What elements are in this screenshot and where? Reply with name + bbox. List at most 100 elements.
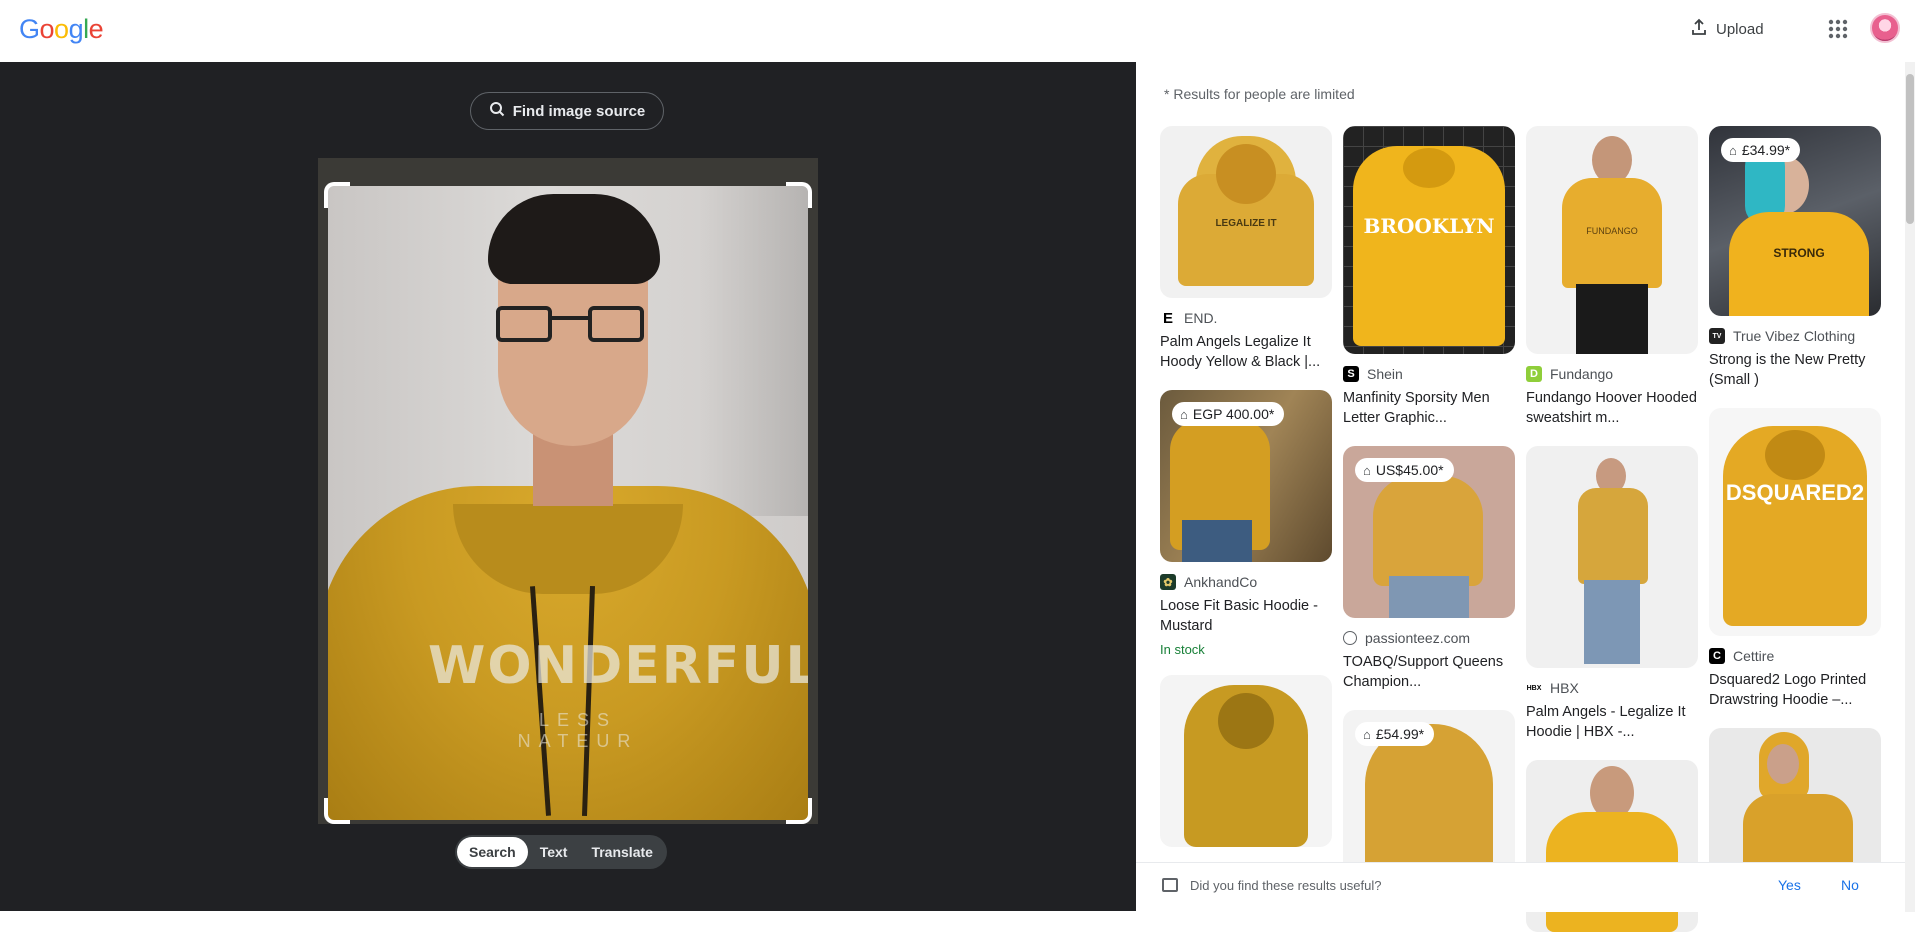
- wall-shadow: [698, 186, 808, 516]
- result-thumbnail[interactable]: ⌂ £54.99*: [1343, 710, 1515, 882]
- result-title[interactable]: Palm Angels - Legalize It Hoodie | HBX -…: [1526, 702, 1698, 742]
- result-source: E END.: [1160, 310, 1332, 327]
- mode-search-button[interactable]: Search: [457, 837, 528, 867]
- top-bar: Google Upload: [0, 0, 1915, 62]
- result-thumbnail[interactable]: [1526, 446, 1698, 668]
- price-value: £34.99*: [1741, 142, 1791, 158]
- true-vibez-logo-icon: TV: [1709, 328, 1725, 344]
- query-image-frame[interactable]: WONDERFUL LESS NATEUR: [318, 158, 818, 824]
- thumbnail-print: BROOKLYN: [1363, 214, 1495, 238]
- thumbnail-print: STRONG: [1773, 246, 1825, 260]
- result-card[interactable]: HBX HBX Palm Angels - Legalize It Hoodie…: [1526, 446, 1698, 742]
- hoodie-print-subtext: LESS NATEUR: [517, 710, 639, 751]
- result-source-name: HBX: [1550, 680, 1579, 696]
- result-source: ✿ AnkhandCo: [1160, 574, 1332, 590]
- result-thumbnail[interactable]: DSQUARED2: [1709, 408, 1881, 636]
- account-avatar[interactable]: [1870, 13, 1900, 43]
- result-title[interactable]: Strong is the New Pretty (Small ): [1709, 350, 1881, 390]
- price-tag-icon: ⌂: [1729, 142, 1737, 158]
- result-source-name: AnkhandCo: [1184, 574, 1258, 590]
- shein-logo-icon: S: [1343, 366, 1359, 382]
- result-card[interactable]: LEGALIZE IT E END. Palm Angels Legalize …: [1160, 126, 1332, 372]
- result-card[interactable]: [1160, 675, 1332, 847]
- result-thumbnail[interactable]: ⌂ EGP 400.00*: [1160, 390, 1332, 562]
- results-column-1: LEGALIZE IT E END. Palm Angels Legalize …: [1160, 126, 1332, 865]
- price-badge: ⌂ US$45.00*: [1355, 458, 1454, 482]
- feedback-bar: Did you find these results useful? Yes N…: [1136, 862, 1905, 912]
- google-logo[interactable]: Google: [19, 14, 104, 45]
- crop-handle-bottom-left[interactable]: [324, 798, 350, 824]
- result-thumbnail[interactable]: LEGALIZE IT: [1160, 126, 1332, 298]
- feedback-question: Did you find these results useful?: [1190, 878, 1382, 893]
- cettire-logo-icon: C: [1709, 648, 1725, 664]
- results-notice: * Results for people are limited: [1164, 86, 1355, 102]
- price-tag-icon: ⌂: [1363, 462, 1371, 478]
- upload-button[interactable]: Upload: [1690, 14, 1764, 44]
- result-source: passionteez.com: [1343, 630, 1515, 646]
- price-badge: ⌂ £54.99*: [1355, 722, 1435, 746]
- result-title[interactable]: Palm Angels Legalize It Hoody Yellow & B…: [1160, 332, 1332, 372]
- result-thumbnail[interactable]: STRONG ⌂ £34.99*: [1709, 126, 1881, 316]
- result-thumbnail[interactable]: FUNDANGO: [1526, 126, 1698, 354]
- result-source: C Cettire: [1709, 648, 1881, 664]
- lens-mode-toggle: Search Text Translate: [455, 835, 667, 869]
- result-source: TV True Vibez Clothing: [1709, 328, 1881, 344]
- result-card[interactable]: ⌂ £54.99*: [1343, 710, 1515, 882]
- feedback-no-button[interactable]: No: [1841, 877, 1859, 893]
- result-title[interactable]: Dsquared2 Logo Printed Drawstring Hoodie…: [1709, 670, 1881, 710]
- result-title[interactable]: TOABQ/Support Queens Champion...: [1343, 652, 1515, 692]
- thumbnail-print: LEGALIZE IT: [1215, 218, 1277, 229]
- result-source: HBX HBX: [1526, 680, 1698, 696]
- image-search-icon: [489, 101, 505, 121]
- mode-translate-button[interactable]: Translate: [579, 837, 664, 867]
- result-source: S Shein: [1343, 366, 1515, 382]
- upload-icon: [1690, 18, 1708, 40]
- result-source-name: True Vibez Clothing: [1733, 328, 1856, 344]
- glasses-left-lens: [496, 306, 552, 342]
- ankhandco-logo-icon: ✿: [1160, 574, 1176, 590]
- results-column-4: STRONG ⌂ £34.99* TV True Vibez Clothing S…: [1709, 126, 1881, 918]
- find-image-source-button[interactable]: Find image source: [470, 92, 664, 130]
- result-thumbnail[interactable]: [1160, 675, 1332, 847]
- lens-image-panel: Find image source WONDERFUL LESS NATEUR …: [0, 62, 1136, 911]
- feedback-yes-button[interactable]: Yes: [1778, 877, 1801, 893]
- result-title[interactable]: Fundango Hoover Hooded sweatshirt m...: [1526, 388, 1698, 428]
- price-value: EGP 400.00*: [1192, 406, 1275, 422]
- apps-grid-icon[interactable]: [1826, 17, 1850, 41]
- result-source-name: passionteez.com: [1365, 630, 1471, 646]
- result-source-name: Cettire: [1733, 648, 1775, 664]
- fundango-logo-icon: D: [1526, 366, 1542, 382]
- scrollbar-thumb[interactable]: [1906, 74, 1914, 224]
- result-card[interactable]: STRONG ⌂ £34.99* TV True Vibez Clothing S…: [1709, 126, 1881, 390]
- price-value: US$45.00*: [1375, 462, 1444, 478]
- globe-icon: [1343, 631, 1357, 645]
- thumbnail-print: DSQUARED2: [1725, 480, 1865, 505]
- result-source-name: Shein: [1367, 366, 1403, 382]
- results-column-2: BROOKLYN S Shein Manfinity Sporsity Men …: [1343, 126, 1515, 900]
- result-card[interactable]: ⌂ EGP 400.00* ✿ AnkhandCo Loose Fit Basic…: [1160, 390, 1332, 657]
- result-title[interactable]: Manfinity Sporsity Men Letter Graphic...: [1343, 388, 1515, 428]
- crop-handle-top-left[interactable]: [324, 182, 350, 208]
- crop-handle-bottom-right[interactable]: [786, 798, 812, 824]
- result-card[interactable]: FUNDANGO D Fundango Fundango Hoover Hood…: [1526, 126, 1698, 428]
- hair: [488, 194, 660, 284]
- crop-handle-top-right[interactable]: [786, 182, 812, 208]
- stock-status: In stock: [1160, 642, 1205, 657]
- glasses-right-lens: [588, 306, 644, 342]
- result-source-name: Fundango: [1550, 366, 1614, 382]
- result-card[interactable]: ⌂ US$45.00* passionteez.com TOABQ/Support…: [1343, 446, 1515, 692]
- result-thumbnail[interactable]: ⌂ US$45.00*: [1343, 446, 1515, 618]
- result-source: D Fundango: [1526, 366, 1698, 382]
- result-card[interactable]: DSQUARED2 C Cettire Dsquared2 Logo Print…: [1709, 408, 1881, 710]
- result-card[interactable]: BROOKLYN S Shein Manfinity Sporsity Men …: [1343, 126, 1515, 428]
- results-panel: * Results for people are limited LEGALIZ…: [1136, 62, 1915, 932]
- result-thumbnail[interactable]: BROOKLYN: [1343, 126, 1515, 354]
- results-scrollbar[interactable]: [1905, 62, 1915, 912]
- mode-text-button[interactable]: Text: [528, 837, 580, 867]
- price-value: £54.99*: [1375, 726, 1425, 742]
- price-badge: ⌂ £34.99*: [1721, 138, 1801, 162]
- price-tag-icon: ⌂: [1180, 406, 1188, 422]
- end-logo-icon: E: [1160, 310, 1176, 327]
- result-title[interactable]: Loose Fit Basic Hoodie - Mustard: [1160, 596, 1332, 636]
- thumbnail-print: FUNDANGO: [1586, 226, 1638, 236]
